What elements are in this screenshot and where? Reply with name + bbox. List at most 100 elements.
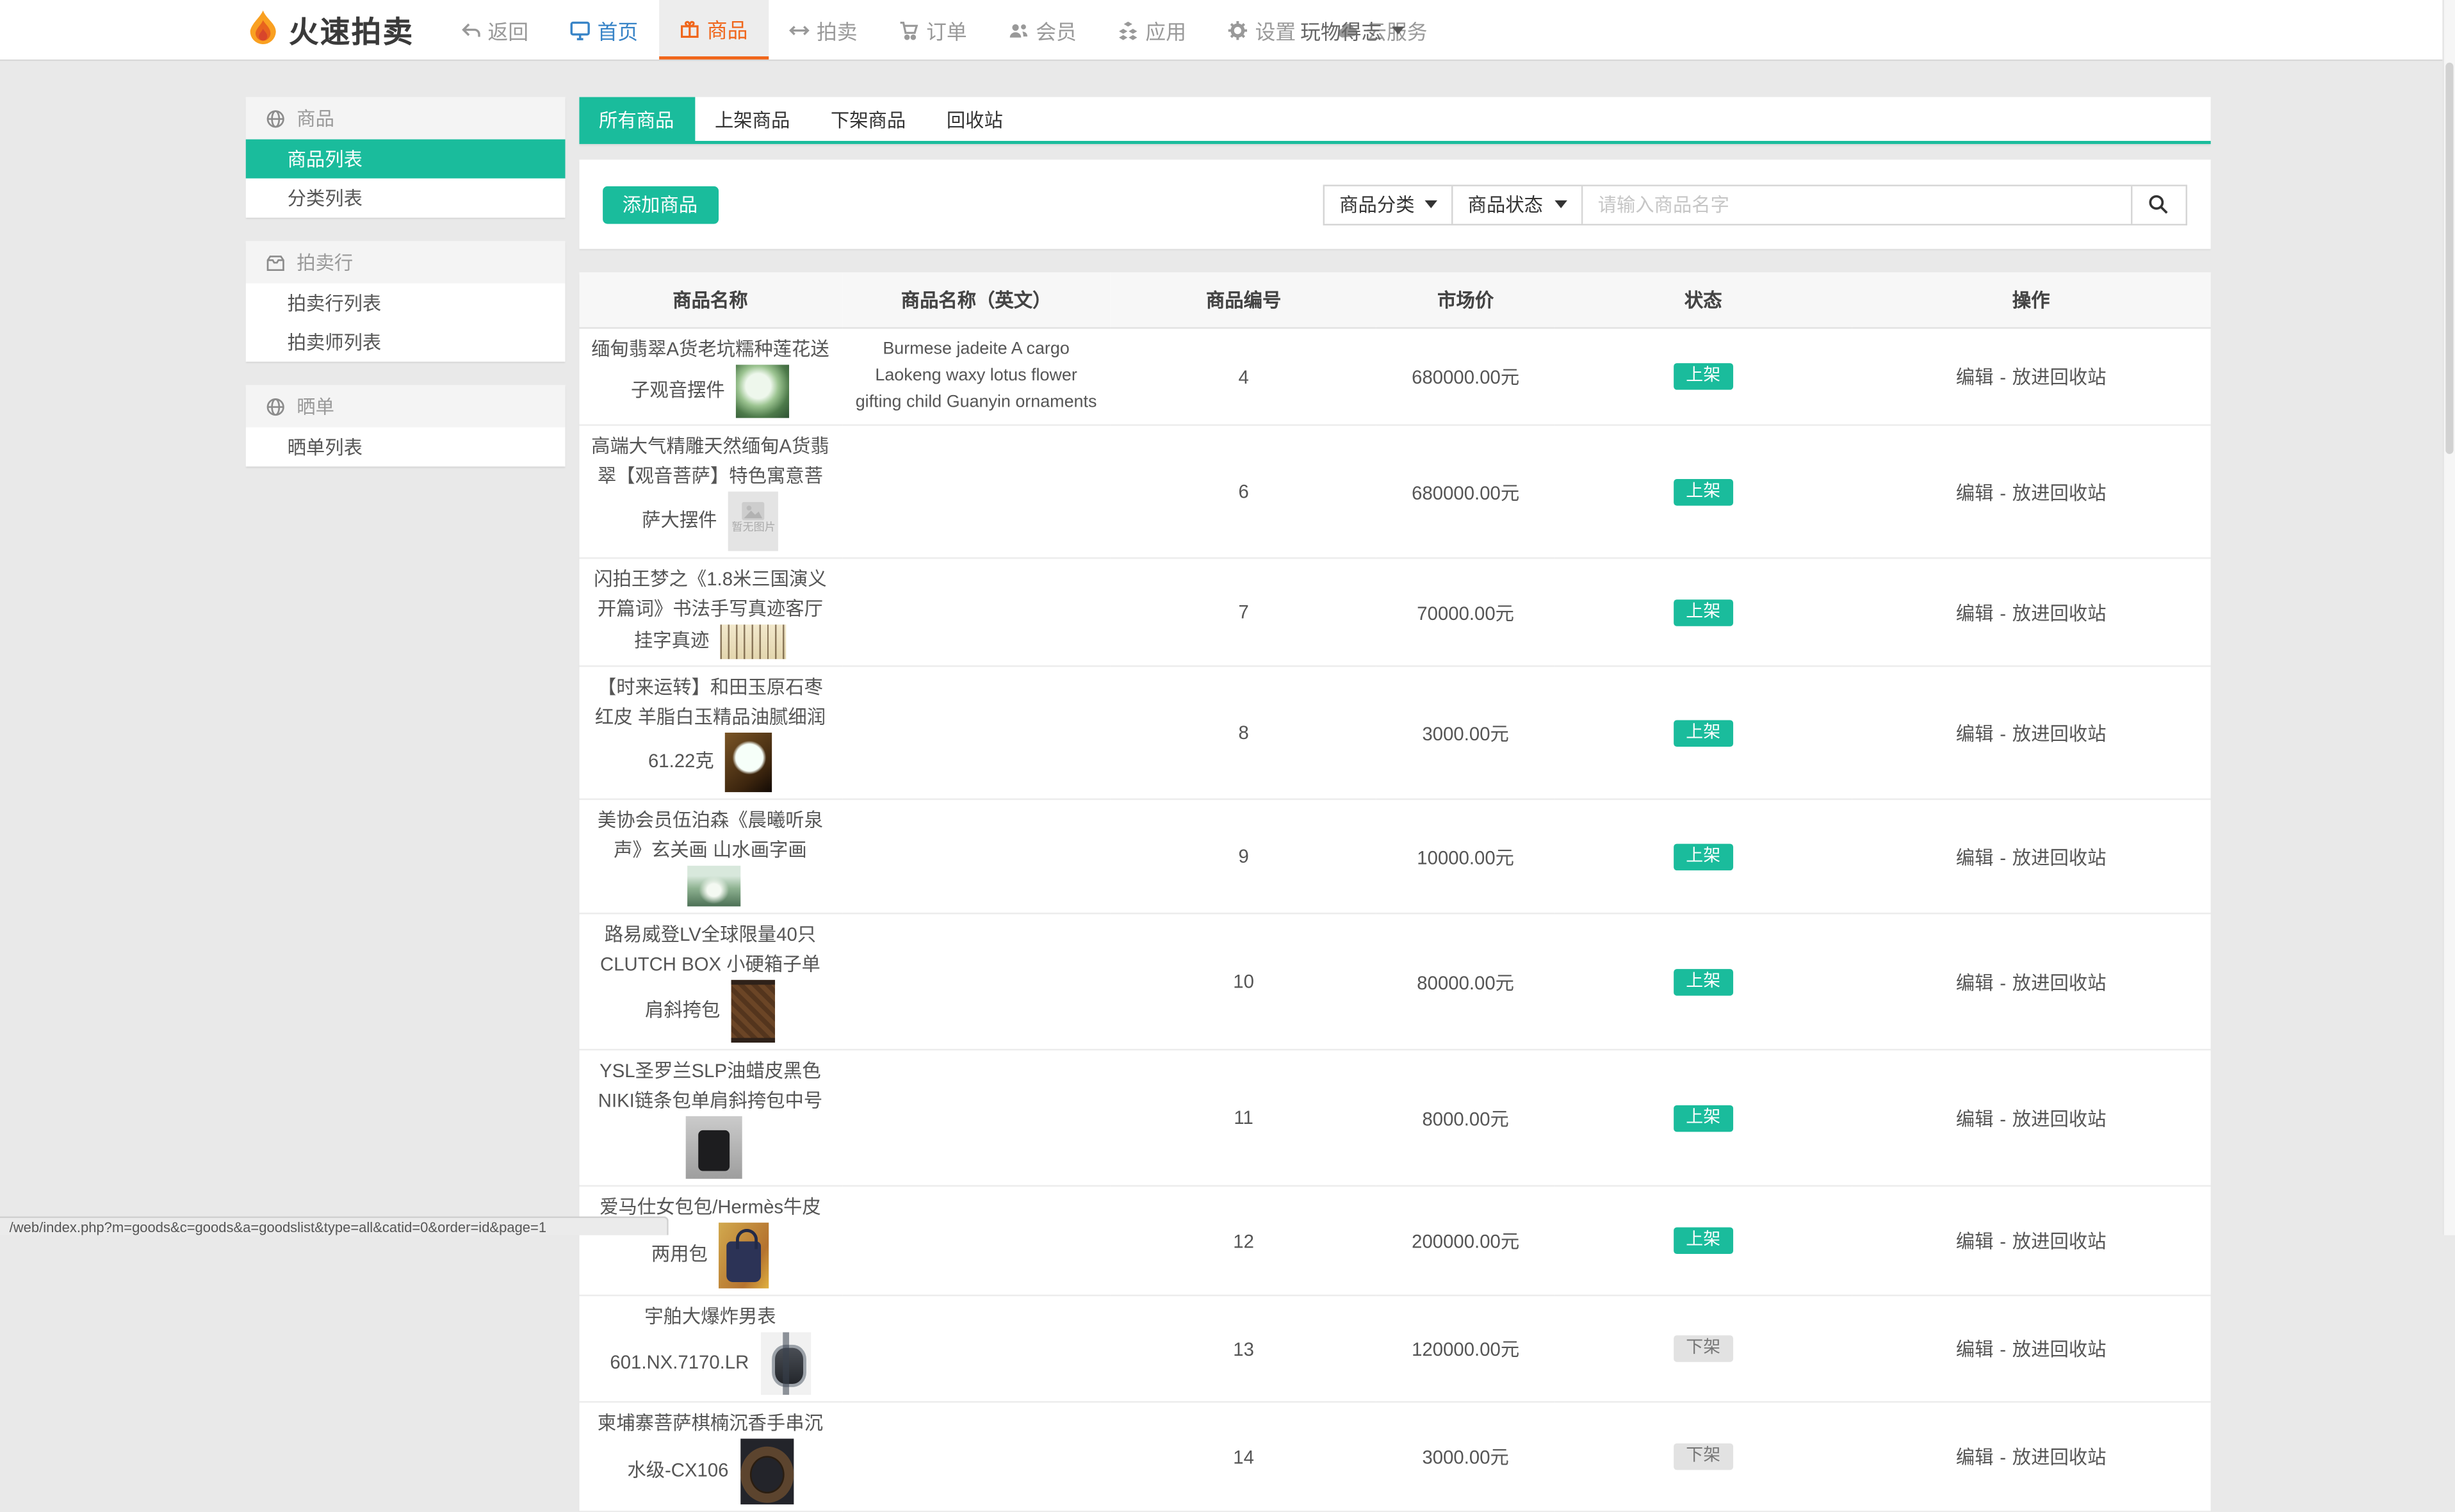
tab-on-shelf[interactable]: 上架商品 (694, 97, 810, 141)
recycle-link[interactable]: 放进回收站 (2012, 846, 2107, 868)
nav-item-members[interactable]: 会员 (987, 0, 1097, 60)
edit-link[interactable]: 编辑 (1956, 1107, 1994, 1129)
toolbar: 添加商品 商品分类 商品状态 (578, 159, 2210, 249)
nav-label: 订单 (926, 19, 967, 44)
status-filter-dropdown[interactable]: 商品状态 (1454, 185, 1583, 224)
product-thumbnail[interactable]: 暂无图片 (760, 1332, 811, 1395)
edit-link[interactable]: 编辑 (1956, 1447, 1994, 1468)
sidebar-item-auction-house-list[interactable]: 拍卖行列表 (245, 283, 565, 323)
sidebar-item-show-order-list[interactable]: 晒单列表 (245, 427, 565, 467)
recycle-link[interactable]: 放进回收站 (2012, 482, 2107, 503)
tab-off-shelf[interactable]: 下架商品 (810, 97, 926, 141)
product-name: 高端大气精雕天然缅甸A货翡翠【观音菩萨】特色寓意菩萨大摆件 (591, 435, 829, 532)
product-name-en (842, 913, 1111, 1051)
nav-item-goods[interactable]: 商品 (658, 0, 769, 60)
tab-all-goods[interactable]: 所有商品 (578, 97, 695, 142)
action-separator: - (2000, 481, 2007, 503)
edit-link[interactable]: 编辑 (1956, 482, 1994, 503)
product-name-en: Burmese jadeite A cargo Laokeng waxy lot… (842, 328, 1111, 426)
product-status-cell: 上架 (1554, 913, 1852, 1051)
edit-link[interactable]: 编辑 (1956, 722, 1994, 744)
nav-item-apps[interactable]: 应用 (1097, 0, 1207, 60)
user-menu[interactable]: 玩物得志 (1300, 0, 1404, 60)
product-thumbnail[interactable]: 暂无图片 (725, 733, 772, 792)
product-name-en (842, 666, 1111, 801)
nav-label: 会员 (1036, 19, 1077, 44)
dropdown-label: 商品分类 (1339, 194, 1415, 216)
nav-item-back[interactable]: 返回 (439, 0, 549, 60)
scrollbar[interactable] (2442, 0, 2455, 1235)
recycle-link[interactable]: 放进回收站 (2012, 1338, 2107, 1360)
product-thumbnail[interactable]: 暂无图片 (721, 624, 787, 660)
col-header-name: 商品名称 (578, 272, 842, 329)
recycle-link[interactable]: 放进回收站 (2012, 722, 2107, 744)
nav-label: 首页 (597, 19, 639, 44)
sidebar-item-label: 晒单列表 (287, 437, 363, 459)
action-separator: - (2000, 1446, 2007, 1468)
edit-link[interactable]: 编辑 (1956, 602, 1994, 624)
nav-item-orders[interactable]: 订单 (877, 0, 987, 60)
recycle-link[interactable]: 放进回收站 (2012, 1107, 2107, 1129)
scrollbar-thumb[interactable] (2445, 62, 2454, 454)
left-right-arrows-icon (788, 25, 809, 35)
product-thumbnail[interactable]: 暂无图片 (687, 865, 740, 907)
archive-icon (266, 254, 284, 270)
nav-item-auction[interactable]: 拍卖 (768, 0, 877, 60)
status-badge: 上架 (1673, 1227, 1733, 1255)
sidebar-item-auctioneer-list[interactable]: 拍卖师列表 (245, 322, 565, 362)
nav-item-home[interactable]: 首页 (549, 0, 658, 60)
product-thumbnail[interactable]: 暂无图片 (685, 1116, 742, 1179)
product-thumbnail[interactable]: 暂无图片 (719, 1223, 770, 1288)
product-id: 6 (1110, 425, 1377, 559)
product-name-cell: 缅甸翡翠A货老坑糯种莲花送子观音摆件 暂无图片 (578, 328, 842, 426)
edit-link[interactable]: 编辑 (1956, 971, 1994, 993)
recycle-link[interactable]: 放进回收站 (2012, 1447, 2107, 1468)
tab-label: 下架商品 (830, 108, 906, 131)
sidebar-item-label: 商品列表 (287, 149, 363, 171)
recycle-link[interactable]: 放进回收站 (2012, 602, 2107, 624)
search-icon (2149, 195, 2168, 214)
col-header-actions: 操作 (1852, 272, 2210, 329)
table-row: YSL圣罗兰SLP油蜡皮黑色NIKI链条包单肩斜挎包中号 暂无图片 11 800… (578, 1050, 2210, 1187)
edit-link[interactable]: 编辑 (1956, 846, 1994, 868)
product-thumbnail[interactable]: 暂无图片 (728, 491, 779, 551)
sidebar-group-auction-house: 拍卖行 拍卖行列表 拍卖师列表 (245, 241, 565, 362)
gear-icon (1227, 20, 1247, 40)
table-header-row: 商品名称 商品名称（英文） 商品编号 市场价 状态 操作 (578, 272, 2210, 329)
recycle-link[interactable]: 放进回收站 (2012, 971, 2107, 993)
product-status-cell: 上架 (1554, 328, 1852, 426)
app-logo[interactable]: 火速拍卖 (245, 0, 414, 60)
product-table-body: 缅甸翡翠A货老坑糯种莲花送子观音摆件 暂无图片 Burmese jadeite … (578, 328, 2210, 1512)
search-input[interactable] (1582, 185, 2130, 224)
filter-group: 商品分类 商品状态 (1323, 184, 2187, 225)
product-name-en (842, 799, 1111, 915)
product-thumbnail[interactable]: 暂无图片 (736, 364, 790, 418)
recycle-link[interactable]: 放进回收站 (2012, 366, 2107, 388)
category-filter-dropdown[interactable]: 商品分类 (1325, 185, 1454, 224)
actions-cell: 编辑 - 放进回收站 (1852, 328, 2210, 426)
product-name: 缅甸翡翠A货老坑糯种莲花送子观音摆件 (591, 338, 829, 402)
product-thumbnail[interactable]: 暂无图片 (740, 1438, 794, 1505)
product-name-cell: 柬埔寨菩萨棋楠沉香手串沉水级-CX106 暂无图片 (578, 1402, 842, 1512)
product-name-cell: 高端大气精雕天然缅甸A货翡翠【观音菩萨】特色寓意菩萨大摆件 暂无图片 (578, 425, 842, 559)
main-content: 所有商品 上架商品 下架商品 回收站 添加商品 商品分类 商品状态 请输入商品名… (578, 97, 2210, 1512)
product-id: 8 (1110, 666, 1377, 801)
actions-cell: 编辑 - 放进回收站 (1852, 425, 2210, 559)
table-row: 路易威登LV全球限量40只CLUTCH BOX 小硬箱子单肩斜挎包 暂无图片 1… (578, 913, 2210, 1051)
chevron-down-icon (1425, 200, 1439, 209)
tab-recycle-bin[interactable]: 回收站 (926, 97, 1024, 141)
sidebar-item-category-list[interactable]: 分类列表 (245, 178, 565, 218)
gift-icon (680, 20, 698, 37)
product-name-cell: 闪拍王梦之《1.8米三国演义开篇词》书法手写真迹客厅挂字真迹 暂无图片 (578, 558, 842, 667)
edit-link[interactable]: 编辑 (1956, 1338, 1994, 1360)
search-button[interactable] (2130, 185, 2185, 224)
goods-table-panel: 商品名称 商品名称（英文） 商品编号 市场价 状态 操作 缅甸翡翠A货老坑糯种莲… (578, 272, 2210, 1512)
no-image-label: 暂无图片 (731, 523, 776, 534)
add-goods-button[interactable]: 添加商品 (601, 185, 718, 224)
globe-icon (266, 109, 284, 127)
status-bar-url: /web/index.php?m=goods&c=goods&a=goodsli… (0, 1215, 669, 1235)
product-thumbnail[interactable]: 暂无图片 (731, 980, 776, 1043)
sidebar-item-goods-list[interactable]: 商品列表 (245, 139, 565, 179)
edit-link[interactable]: 编辑 (1956, 366, 1994, 388)
sidebar-item-label: 拍卖行列表 (287, 293, 382, 315)
